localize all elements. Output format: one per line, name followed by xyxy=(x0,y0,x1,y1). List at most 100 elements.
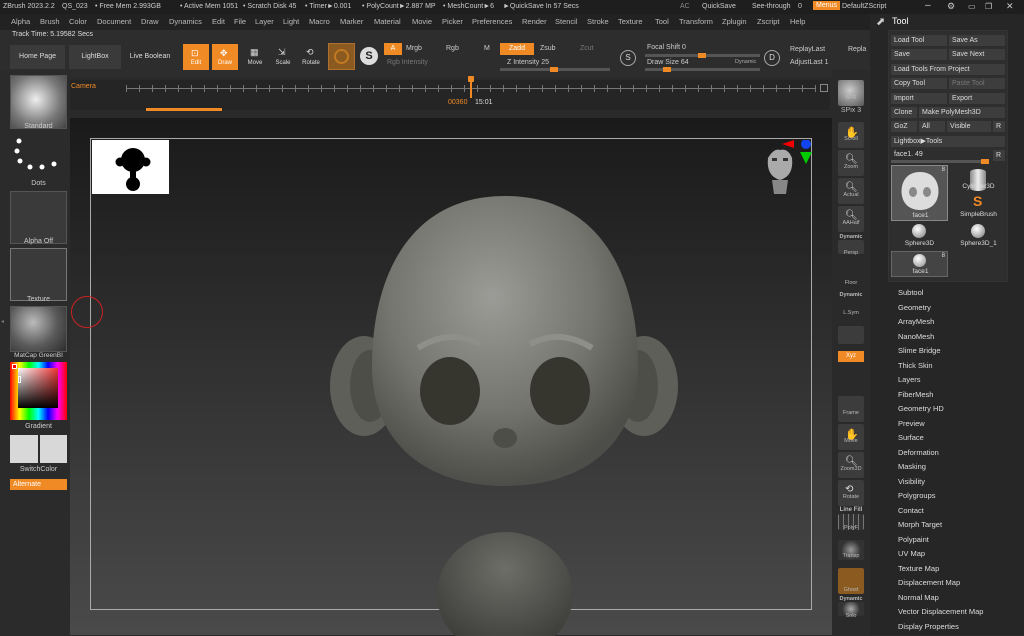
tool-submenu-nanomesh[interactable]: NanoMesh xyxy=(898,332,934,341)
tool-submenu-deformation[interactable]: Deformation xyxy=(898,448,939,457)
goz-all-button[interactable]: All xyxy=(919,121,945,132)
tool-submenu-polypaint[interactable]: Polypaint xyxy=(898,535,929,544)
tool-submenu-arraymesh[interactable]: ArrayMesh xyxy=(898,317,934,326)
tool-submenu-subtool[interactable]: Subtool xyxy=(898,288,923,297)
lightbox-button[interactable]: LightBox xyxy=(69,45,121,69)
menu-picker[interactable]: Picker xyxy=(442,17,463,26)
menu-stroke[interactable]: Stroke xyxy=(587,17,609,26)
lightbox-tools-button[interactable]: Lightbox▶Tools xyxy=(891,136,1005,147)
tool-palette-title[interactable]: Tool xyxy=(892,16,909,26)
left-shelf-collapse-icon[interactable]: ◂ xyxy=(1,318,7,338)
zcut-button[interactable]: Zcut xyxy=(580,45,594,52)
lsym-button[interactable]: L.Sym xyxy=(832,310,870,316)
menu-draw[interactable]: Draw xyxy=(141,17,159,26)
color-picker[interactable] xyxy=(10,362,67,420)
timeline-range[interactable] xyxy=(146,108,222,111)
tool-thumb-cylinder[interactable]: Cylinder3D S SimpleBrush xyxy=(952,165,1005,221)
m-button[interactable]: M xyxy=(484,45,490,52)
tool-submenu-geometry[interactable]: Geometry xyxy=(898,303,931,312)
dynamic-toggle[interactable]: Dynamic xyxy=(735,59,756,65)
axis-x-arrow[interactable] xyxy=(782,140,794,148)
axis-z-circle[interactable] xyxy=(801,140,811,149)
menu-alpha[interactable]: Alpha xyxy=(11,17,30,26)
export-button[interactable]: Export xyxy=(949,93,1005,104)
color-sv-square[interactable] xyxy=(18,368,58,408)
tool-submenu-slime-bridge[interactable]: Slime Bridge xyxy=(898,346,941,355)
brush-thumbnail[interactable] xyxy=(10,75,67,129)
frame-button[interactable] xyxy=(838,396,864,422)
rotate-axis-1[interactable] xyxy=(838,367,864,379)
dynamic-d-icon[interactable]: D xyxy=(764,50,780,66)
tool-submenu-normal-map[interactable]: Normal Map xyxy=(898,593,939,602)
settings-icon[interactable]: ⚙ xyxy=(947,1,955,12)
alternate-button[interactable]: Alternate xyxy=(10,479,67,490)
quicksave-button[interactable]: QuickSave xyxy=(702,3,736,10)
tool-submenu-displacement-map[interactable]: Displacement Map xyxy=(898,578,960,587)
mrgb-button[interactable]: Mrgb xyxy=(406,45,422,52)
tool-submenu-thick-skin[interactable]: Thick Skin xyxy=(898,361,933,370)
save-button[interactable]: Save xyxy=(891,49,947,60)
navigation-head-gizmo[interactable] xyxy=(752,140,822,210)
rgb-button[interactable]: Rgb xyxy=(446,45,459,52)
texture-thumbnail[interactable] xyxy=(10,248,67,301)
menu-light[interactable]: Light xyxy=(283,17,299,26)
timeline[interactable]: Camera 00360 15:01 xyxy=(68,76,830,111)
draw-size-slider[interactable]: Draw Size 64 xyxy=(647,59,689,66)
sculptris-icon[interactable]: S xyxy=(360,47,378,65)
move-button[interactable]: ▦ Move xyxy=(242,44,268,70)
menu-brush[interactable]: Brush xyxy=(40,17,60,26)
load-tool-button[interactable]: Load Tool xyxy=(891,35,947,46)
clone-button[interactable]: Clone xyxy=(891,107,917,118)
menu-zscript[interactable]: Zscript xyxy=(757,17,780,26)
zoom3d-button[interactable]: 🔍︎ xyxy=(838,452,864,478)
axis-y-arrow[interactable] xyxy=(800,152,812,164)
menu-marker[interactable]: Marker xyxy=(340,17,363,26)
menus-toggle[interactable]: Menus xyxy=(813,1,841,10)
zadd-button[interactable]: Zadd xyxy=(500,43,534,55)
tool-palette-pin-icon[interactable]: ⬈ xyxy=(876,15,885,28)
tool-submenu-surface[interactable]: Surface xyxy=(898,433,924,442)
scale-button[interactable]: ⇲ Scale xyxy=(270,44,296,70)
home-page-button[interactable]: Home Page xyxy=(10,45,65,69)
tool-submenu-contact[interactable]: Contact xyxy=(898,506,924,515)
spotlight-s-icon[interactable]: S xyxy=(620,50,636,66)
menu-zplugin[interactable]: Zplugin xyxy=(722,17,747,26)
move-view-button[interactable]: ✋ xyxy=(838,424,864,450)
import-button[interactable]: Import xyxy=(891,93,947,104)
menu-macro[interactable]: Macro xyxy=(309,17,330,26)
goz-button[interactable]: GoZ xyxy=(891,121,917,132)
copy-tool-button[interactable]: Copy Tool xyxy=(891,78,947,89)
tool-submenu-masking[interactable]: Masking xyxy=(898,462,926,471)
tool-submenu-uv-map[interactable]: UV Map xyxy=(898,549,925,558)
menu-document[interactable]: Document xyxy=(97,17,131,26)
load-from-project-button[interactable]: Load Tools From Project xyxy=(891,64,1005,75)
bpr-button[interactable] xyxy=(838,80,864,106)
z-intensity-track[interactable] xyxy=(500,67,610,72)
tool-submenu-preview[interactable]: Preview xyxy=(898,419,925,428)
aahalf-button[interactable]: 🔍︎ xyxy=(838,206,864,232)
tool-submenu-display-properties[interactable]: Display Properties xyxy=(898,622,959,631)
tool-submenu-visibility[interactable]: Visibility xyxy=(898,477,925,486)
adjustlast-slider[interactable]: AdjustLast 1 xyxy=(790,59,829,66)
minimize-icon[interactable]: – xyxy=(925,0,931,11)
alpha-thumbnail[interactable] xyxy=(10,191,67,244)
color-cursor[interactable] xyxy=(18,376,21,383)
silhouette-preview[interactable] xyxy=(92,140,169,194)
menu-transform[interactable]: Transform xyxy=(679,17,713,26)
timeline-close-box[interactable] xyxy=(820,84,828,92)
goz-visible-button[interactable]: Visible xyxy=(947,121,991,132)
seethrough-slider[interactable]: See-through xyxy=(752,3,791,10)
focal-shift-track[interactable] xyxy=(645,53,760,58)
tool-submenu-fibermesh[interactable]: FiberMesh xyxy=(898,390,933,399)
document-canvas[interactable] xyxy=(70,118,832,636)
save-as-button[interactable]: Save As xyxy=(949,35,1005,46)
menu-color[interactable]: Color xyxy=(69,17,87,26)
menu-stencil[interactable]: Stencil xyxy=(555,17,578,26)
tool-submenu-texture-map[interactable]: Texture Map xyxy=(898,564,939,573)
menu-texture[interactable]: Texture xyxy=(618,17,643,26)
replaylast-button[interactable]: ReplayLast xyxy=(790,46,825,53)
paste-tool-button[interactable]: Paste Tool xyxy=(949,78,1005,89)
actual-button[interactable]: 🔍︎ xyxy=(838,178,864,204)
lock-button[interactable] xyxy=(838,326,864,344)
rotate-axis-2[interactable] xyxy=(838,380,864,392)
